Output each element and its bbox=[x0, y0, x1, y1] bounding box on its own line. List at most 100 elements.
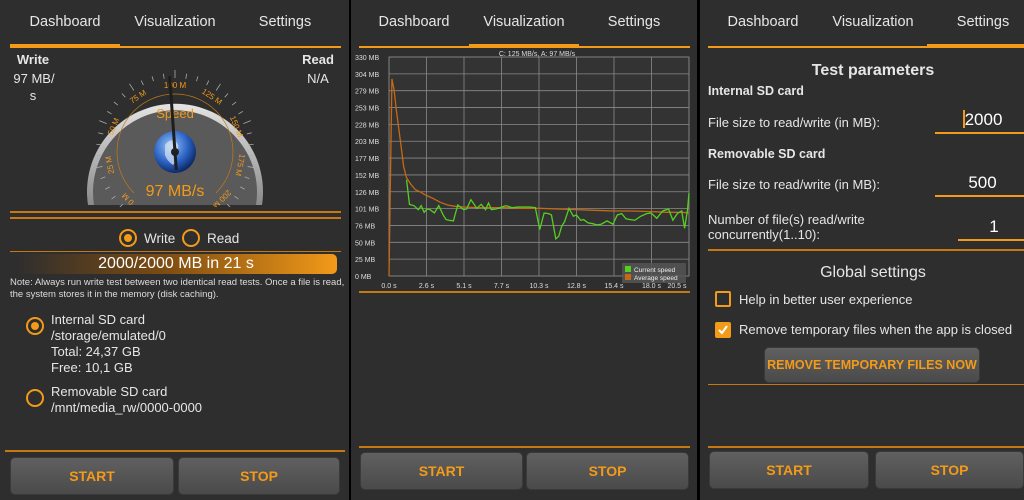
read-value: N/A bbox=[307, 71, 329, 86]
gauge-tick bbox=[163, 73, 165, 79]
storage-internal-free: Free: 10,1 GB bbox=[51, 360, 133, 375]
remove-temp-files-now-button[interactable]: REMOVE TEMPORARY FILES NOW bbox=[764, 347, 980, 383]
x-tick-label: 2.6 s bbox=[419, 283, 435, 290]
tab-dashboard[interactable]: Dashboard bbox=[359, 14, 469, 30]
start-button[interactable]: START bbox=[709, 451, 869, 489]
settings-panel: Dashboard Visualization Settings Test pa… bbox=[700, 0, 1024, 500]
concurrent-label-line2: concurrently(1..10): bbox=[708, 227, 820, 242]
start-button[interactable]: START bbox=[10, 457, 174, 495]
global-settings-title: Global settings bbox=[820, 264, 926, 281]
y-tick-label: 152 MB bbox=[355, 173, 379, 180]
tab-settings[interactable]: Settings bbox=[579, 14, 689, 30]
gauge-tick-label: 125 M bbox=[200, 87, 224, 107]
gauge-tick bbox=[238, 111, 243, 115]
concurrent-label-line1: Number of file(s) read/write bbox=[708, 212, 865, 227]
progress-text: 2000/2000 MB in 21 s bbox=[98, 255, 254, 272]
storage-internal-total: Total: 24,37 GB bbox=[51, 344, 141, 359]
tab-visualization[interactable]: Visualization bbox=[120, 14, 230, 30]
gauge-tick bbox=[224, 93, 229, 98]
internal-sd-header: Internal SD card bbox=[708, 84, 804, 98]
y-tick-label: 203 MB bbox=[355, 139, 379, 146]
mode-write-label[interactable]: Write bbox=[144, 231, 175, 246]
mode-write-radio[interactable] bbox=[119, 229, 137, 247]
mode-read-radio[interactable] bbox=[182, 229, 200, 247]
write-label: Write bbox=[16, 52, 50, 67]
stop-button[interactable]: STOP bbox=[526, 452, 689, 490]
removable-sd-header: Removable SD card bbox=[708, 147, 826, 161]
storage-internal-name: Internal SD card bbox=[51, 312, 145, 327]
read-label: Read bbox=[302, 52, 334, 67]
tab-visualization[interactable]: Visualization bbox=[469, 14, 579, 30]
tab-bar: Dashboard Visualization Settings bbox=[351, 0, 697, 48]
storage-removable-path: /mnt/media_rw/0000-0000 bbox=[51, 400, 203, 415]
divider bbox=[10, 211, 341, 213]
gauge-tick bbox=[99, 120, 107, 125]
y-tick-label: 76 MB bbox=[355, 223, 376, 230]
chart-legend: Current speedAverage speed bbox=[622, 263, 686, 283]
start-button[interactable]: START bbox=[360, 452, 523, 490]
y-tick-label: 279 MB bbox=[355, 89, 379, 96]
storage-internal[interactable]: Internal SD card /storage/emulated/0 Tot… bbox=[51, 312, 166, 376]
concurrent-files-input[interactable]: 1 bbox=[958, 217, 1024, 241]
gauge-tick bbox=[113, 101, 119, 106]
y-tick-label: 228 MB bbox=[355, 122, 379, 129]
remove-temp-on-close-label[interactable]: Remove temporary files when the app is c… bbox=[739, 322, 1012, 337]
removable-file-size-label: File size to read/write (in MB): bbox=[708, 177, 880, 192]
tab-selected-indicator bbox=[927, 44, 1024, 48]
gauge-tick-label: 100 M bbox=[164, 81, 187, 90]
gauge-tick bbox=[98, 132, 104, 135]
gauge-tick bbox=[129, 83, 135, 91]
y-tick-label: 304 MB bbox=[355, 72, 379, 79]
help-ux-label[interactable]: Help in better user experience bbox=[739, 292, 912, 307]
internal-file-size-label: File size to read/write (in MB): bbox=[708, 115, 880, 130]
y-tick-label: 0 MB bbox=[355, 274, 372, 281]
internal-file-size-input[interactable]: 2000 bbox=[935, 110, 1024, 134]
tab-settings[interactable]: Settings bbox=[928, 14, 1024, 30]
x-tick-label: 18.0 s bbox=[642, 283, 662, 290]
chart-title: C: 125 MB/s, A: 97 MB/s bbox=[499, 51, 576, 58]
note-text: Note: Always run write test between two … bbox=[10, 277, 345, 300]
tab-visualization[interactable]: Visualization bbox=[818, 14, 928, 30]
test-parameters-title: Test parameters bbox=[811, 62, 935, 79]
gauge-tick bbox=[121, 93, 126, 98]
gauge-needle-tail bbox=[173, 151, 178, 171]
gauge-tick bbox=[196, 76, 199, 82]
divider bbox=[359, 291, 690, 293]
divider bbox=[708, 249, 1024, 251]
divider bbox=[708, 446, 1024, 448]
storage-removable-radio[interactable] bbox=[26, 389, 44, 407]
progress-bar: 2000/2000 MB in 21 s bbox=[15, 254, 337, 274]
storage-internal-radio[interactable] bbox=[26, 317, 44, 335]
help-ux-checkbox[interactable] bbox=[715, 291, 731, 307]
divider bbox=[359, 446, 690, 448]
remove-temp-on-close-checkbox[interactable] bbox=[715, 322, 731, 338]
y-tick-label: 126 MB bbox=[355, 190, 379, 197]
stop-button[interactable]: STOP bbox=[178, 457, 340, 495]
concurrent-label: Number of file(s) read/write concurrentl… bbox=[708, 212, 865, 242]
y-tick-label: 253 MB bbox=[355, 106, 379, 113]
gauge-tick bbox=[151, 76, 154, 82]
internal-file-size-value: 2000 bbox=[964, 110, 1003, 129]
mode-read-label[interactable]: Read bbox=[207, 231, 239, 246]
storage-removable-name: Removable SD card bbox=[51, 384, 168, 399]
divider bbox=[10, 217, 341, 219]
x-tick-label: 7.7 s bbox=[494, 283, 510, 290]
gauge-tick-label: 75 M bbox=[128, 88, 148, 106]
tab-dashboard[interactable]: Dashboard bbox=[10, 14, 120, 30]
x-tick-label: 5.1 s bbox=[456, 283, 472, 290]
legend-label: Average speed bbox=[634, 275, 678, 282]
gauge-tick bbox=[231, 101, 237, 106]
y-tick-label: 177 MB bbox=[355, 156, 379, 163]
gauge-tick bbox=[140, 80, 144, 86]
removable-file-size-input[interactable]: 500 bbox=[935, 173, 1024, 197]
tab-settings[interactable]: Settings bbox=[230, 14, 340, 30]
stop-button[interactable]: STOP bbox=[875, 451, 1024, 489]
legend-swatch bbox=[625, 274, 631, 280]
gauge-tick bbox=[185, 73, 187, 79]
gauge-value: 97 MB/s bbox=[146, 183, 205, 200]
x-tick-label: 10.3 s bbox=[529, 283, 549, 290]
legend-swatch bbox=[625, 266, 631, 272]
tab-dashboard[interactable]: Dashboard bbox=[708, 14, 818, 30]
storage-removable[interactable]: Removable SD card /mnt/media_rw/0000-000… bbox=[51, 384, 202, 416]
storage-internal-path: /storage/emulated/0 bbox=[51, 328, 166, 343]
